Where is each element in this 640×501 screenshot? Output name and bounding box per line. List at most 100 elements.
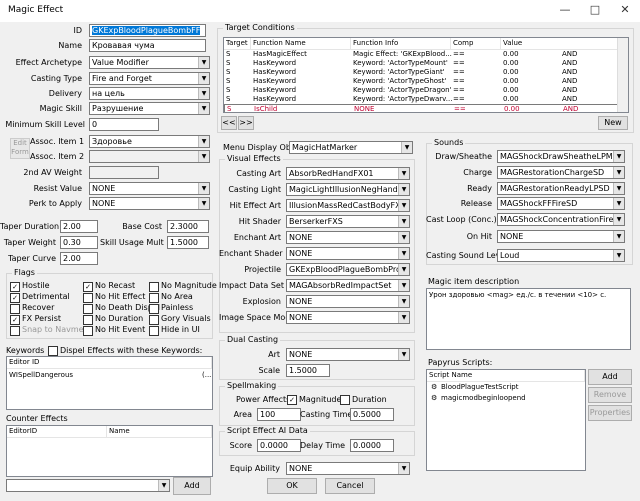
vfx-select[interactable]: NONE ▼ <box>286 311 410 324</box>
flags-list: ✓ Hostile ✓ No Recast No Magnitude ✓ Detriment… <box>8 280 217 336</box>
sound-select[interactable]: MAGRestorationChargeSD ▼ <box>497 166 625 179</box>
vfx-select[interactable]: BerserkerFXS ▼ <box>286 215 410 228</box>
sound-select[interactable]: MAGShockConcentrationFireLPMS ▼ <box>497 213 625 226</box>
dual-art-value: NONE <box>289 350 313 359</box>
vfx-select[interactable]: NONE ▼ <box>286 295 410 308</box>
vfx-select[interactable]: NONE ▼ <box>286 247 410 260</box>
papyrus-properties-button[interactable]: Properties <box>588 405 632 421</box>
chevron-down-icon: ▼ <box>613 183 624 194</box>
list-item[interactable]: ⚙ magicmodbeginloopend <box>427 393 585 404</box>
flag-checkbox[interactable] <box>83 326 93 336</box>
sound-select[interactable]: MAGShockDrawSheatheLPMSD ▼ <box>497 150 625 163</box>
conditions-table[interactable]: Target Function Name Function Info Comp … <box>223 37 629 113</box>
counter-effects-table[interactable]: EditorID Name <box>6 425 213 477</box>
flag-checkbox[interactable] <box>149 293 159 303</box>
table-row[interactable]: S HasKeyword Keyword: 'ActorTypeMount' == 0.… <box>224 59 628 68</box>
min-skill-field[interactable]: 0 <box>89 118 159 131</box>
vfx-select[interactable]: AbsorbRedHandFX01 ▼ <box>286 167 410 180</box>
delay-time-field[interactable]: 0.0000 <box>350 439 394 452</box>
flag-checkbox[interactable] <box>10 326 20 336</box>
counter-effect-select[interactable]: ▼ <box>6 479 170 492</box>
taper-duration-field[interactable]: 2.00 <box>60 220 98 233</box>
archetype-select[interactable]: Value Modifier ▼ <box>89 56 210 69</box>
table-row[interactable]: S HasKeyword Keyword: 'ActorTypeGhost' == 0.… <box>224 77 628 86</box>
vfx-label: Hit Effect Art <box>229 201 281 210</box>
dispel-checkbox[interactable] <box>48 346 58 356</box>
flag-checkbox[interactable]: ✓ <box>10 282 20 292</box>
sound-select[interactable]: NONE ▼ <box>497 230 625 243</box>
flag-checkbox[interactable] <box>83 293 93 303</box>
keywords-table[interactable]: Editor ID WISpellDangerous (... <box>6 356 213 410</box>
perk-label: Perk to Apply <box>28 199 82 208</box>
id-field[interactable]: GKExpBloodPlagueBombFF <box>89 24 206 37</box>
new-condition-button[interactable]: New <box>598 116 628 130</box>
table-row[interactable]: S HasKeyword Keyword: 'ActorTypeGiant' == 0.… <box>224 68 628 77</box>
assoc2-select[interactable]: ▼ <box>89 150 210 163</box>
power-affects-label: Power Affects <box>236 395 291 404</box>
vfx-select[interactable]: IllusionMassRedCastBodyFX ▼ <box>286 199 410 212</box>
flag-checkbox[interactable] <box>83 315 93 325</box>
flag-checkbox[interactable] <box>83 304 93 314</box>
papyrus-remove-button[interactable]: Remove <box>588 387 632 403</box>
vfx-select[interactable]: NONE ▼ <box>286 231 410 244</box>
flag-checkbox[interactable] <box>149 326 159 336</box>
duration-checkbox[interactable] <box>340 395 350 405</box>
vfx-label: Hit Shader <box>238 217 281 226</box>
minimize-button[interactable]: — <box>550 2 580 18</box>
vfx-label: Image Space Mod <box>219 313 291 322</box>
table-row[interactable]: S IsChild NONE == 0.00 AND <box>224 104 628 112</box>
prev-condition-button[interactable]: << <box>221 116 237 130</box>
flag-checkbox[interactable] <box>149 304 159 314</box>
dual-scale-field[interactable]: 1.5000 <box>286 364 330 377</box>
score-field[interactable]: 0.0000 <box>257 439 301 452</box>
magnitude-checkbox[interactable]: ✓ <box>287 395 297 405</box>
delivery-select[interactable]: на цель ▼ <box>89 87 210 100</box>
table-row[interactable]: S HasMagicEffect Magic Effect: 'GKExpBlood… <box>224 50 628 59</box>
name-field[interactable]: Кровавая чума <box>89 39 206 52</box>
casting-time-field[interactable]: 0.5000 <box>350 408 394 421</box>
table-row[interactable]: WISpellDangerous (... <box>7 371 212 380</box>
casting-sound-level-select[interactable]: Loud ▼ <box>497 249 625 262</box>
papyrus-table[interactable]: Script Name ⚙ BloodPlagueTestScript ⚙ magic… <box>426 369 586 471</box>
skill-usage-field[interactable]: 1.5000 <box>167 236 209 249</box>
close-button[interactable]: ✕ <box>610 2 640 18</box>
flag-checkbox[interactable] <box>149 282 159 292</box>
ok-button[interactable]: OK <box>267 478 317 494</box>
next-condition-button[interactable]: >> <box>238 116 254 130</box>
av2-field[interactable] <box>89 166 159 179</box>
col-function-name: Function Name <box>251 38 351 49</box>
taper-weight-field[interactable]: 0.30 <box>60 236 98 249</box>
sound-select[interactable]: MAGRestorationReadyLPSD ▼ <box>497 182 625 195</box>
sound-select[interactable]: MAGShockFFFireSD ▼ <box>497 197 625 210</box>
resist-select[interactable]: NONE ▼ <box>89 182 210 195</box>
vfx-select[interactable]: MAGAbsorbRedImpactSet ▼ <box>286 279 410 292</box>
base-cost-field[interactable]: 2.3000 <box>167 220 209 233</box>
perk-select[interactable]: NONE ▼ <box>89 197 210 210</box>
magic-skill-select[interactable]: Разрушение ▼ <box>89 102 210 115</box>
vfx-select[interactable]: MagicLightIllusionNegHand01 ▼ <box>286 183 410 196</box>
counter-add-button[interactable]: Add <box>173 477 211 495</box>
vfx-select[interactable]: GKExpBloodPlagueBombProjectile▼ <box>286 263 410 276</box>
counter-effects-label: Counter Effects <box>6 414 68 423</box>
table-row[interactable]: S HasKeyword Keyword: 'ActorTypeDwarv... ==… <box>224 95 628 104</box>
description-textarea[interactable]: Урон здоровью <mag> ед./с. в течении <10… <box>426 288 631 350</box>
taper-curve-field[interactable]: 2.00 <box>60 252 98 265</box>
flag-checkbox[interactable] <box>10 304 20 314</box>
flag-checkbox[interactable] <box>149 315 159 325</box>
area-field[interactable]: 100 <box>257 408 301 421</box>
dual-art-select[interactable]: NONE ▼ <box>286 348 410 361</box>
edit-form-button[interactable]: Edit Form <box>10 138 30 159</box>
papyrus-add-button[interactable]: Add <box>588 369 632 385</box>
equip-ability-select[interactable]: NONE ▼ <box>286 462 410 475</box>
casting-type-select[interactable]: Fire and Forget ▼ <box>89 72 210 85</box>
conditions-scrollbar[interactable] <box>617 38 628 112</box>
assoc1-select[interactable]: Здоровье ▼ <box>89 135 210 148</box>
menu-display-select[interactable]: MagicHatMarker ▼ <box>289 141 413 154</box>
maximize-button[interactable]: □ <box>580 2 610 18</box>
flag-checkbox[interactable]: ✓ <box>10 293 20 303</box>
table-row[interactable]: S HasKeyword Keyword: 'ActorTypeDragon' == 0… <box>224 86 628 95</box>
flag-checkbox[interactable]: ✓ <box>10 315 20 325</box>
list-item[interactable]: ⚙ BloodPlagueTestScript <box>427 382 585 393</box>
cancel-button[interactable]: Cancel <box>325 478 375 494</box>
flag-checkbox[interactable]: ✓ <box>83 282 93 292</box>
